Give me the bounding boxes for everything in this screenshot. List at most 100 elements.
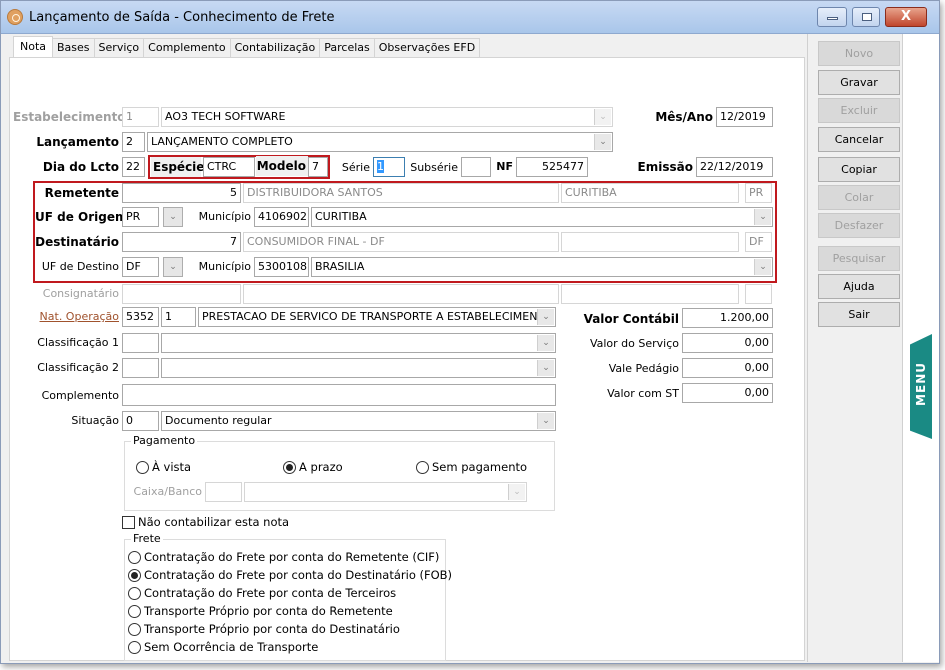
lancamento-code-field[interactable]: 2 [122,132,145,152]
radio-off-icon [128,604,141,618]
lancamento-select[interactable]: LANÇAMENTO COMPLETO ⌄ [147,132,613,152]
classificacao1-select[interactable]: ⌄ [161,333,556,353]
dia-lcto-field[interactable]: 22 [122,157,145,177]
valor-st-label: Valor com ST [607,387,679,400]
pagamento-legend: Pagamento [131,434,198,448]
uf-origem-field[interactable]: PR [122,207,159,227]
pagamento-a-vista-radio[interactable]: À vista [136,459,191,475]
nf-field[interactable]: 525477 [516,157,588,177]
tab-observacoes-efd[interactable]: Observações EFD [373,38,481,58]
frete-cif-radio[interactable]: Contratação do Frete por conta do Remete… [128,549,439,565]
caixa-banco-label: Caixa/Banco [133,485,202,498]
vale-pedagio-field[interactable]: 0,00 [682,358,773,378]
municipio-destino-code-field[interactable]: 5300108 [254,257,309,277]
estabelecimento-code-field[interactable]: 1 [122,107,159,127]
frete-fob-radio[interactable]: Contratação do Frete por conta do Destin… [128,567,452,583]
gravar-button[interactable]: Gravar [818,70,900,95]
situacao-select[interactable]: Documento regular ⌄ [161,411,556,431]
nao-contabilizar-checkbox[interactable]: Não contabilizar esta nota [122,515,289,529]
municipio-origem-name: CURITIBA [315,210,367,223]
frete-proprio-destinatario-radio[interactable]: Transporte Próprio por conta do Destinat… [128,621,400,637]
colar-button[interactable]: Colar [818,185,900,210]
frete-fob-label: Contratação do Frete por conta do Destin… [144,568,453,582]
uf-origem-dropdown[interactable]: ⌄ [163,207,183,227]
minimize-button[interactable] [817,7,847,27]
municipio-destino-select[interactable]: BRASILIA ⌄ [311,257,773,277]
nat-operacao-select[interactable]: PRESTACAO DE SERVICO DE TRANSPORTE A EST… [198,307,556,327]
valor-servico-field[interactable]: 0,00 [682,333,773,353]
classificacao1-code-field[interactable] [122,333,159,353]
chevron-down-icon[interactable]: ⌄ [537,413,554,429]
situacao-code-field[interactable]: 0 [122,411,159,431]
chevron-down-icon[interactable]: ⌄ [754,259,771,275]
chevron-down-icon[interactable]: ⌄ [594,134,611,150]
frete-sem-ocorrencia-radio[interactable]: Sem Ocorrência de Transporte [128,639,318,655]
municipio-origem-code-field[interactable]: 4106902 [254,207,309,227]
frete-terceiros-radio[interactable]: Contratação do Frete por conta de Tercei… [128,585,396,601]
situacao-value: Documento regular [165,414,272,427]
municipio-destino-name: BRASILIA [315,260,365,273]
uf-destino-dropdown[interactable]: ⌄ [163,257,183,277]
sair-button[interactable]: Sair [818,302,900,327]
desfazer-button[interactable]: Desfazer [818,213,900,238]
tab-parcelas[interactable]: Parcelas [319,38,375,58]
chevron-down-icon[interactable]: ⌄ [508,484,525,500]
chevron-down-icon[interactable]: ⌄ [537,309,554,325]
pesquisar-button[interactable]: Pesquisar [818,246,900,271]
mes-ano-label: Mês/Ano [655,110,713,124]
consignatario-code-field[interactable] [122,284,241,304]
destinatario-name-field: CONSUMIDOR FINAL - DF [243,232,559,252]
emissao-field[interactable]: 22/12/2019 [696,157,773,177]
frete-proprio-destinatario-label: Transporte Próprio por conta do Destinat… [144,622,400,636]
subserie-field[interactable] [461,157,491,177]
valor-contabil-field[interactable]: 1.200,00 [682,308,773,328]
tab-complemento[interactable]: Complemento [143,38,231,58]
modelo-label: Modelo [256,156,308,176]
situacao-label: Situação [71,414,119,427]
especie-field[interactable]: CTRC [203,157,255,177]
chevron-down-icon[interactable]: ⌄ [537,360,554,376]
maximize-button[interactable] [852,7,880,27]
title-bar[interactable]: Lançamento de Saída - Conhecimento de Fr… [1,1,939,34]
chevron-down-icon: ⌄ [169,212,177,222]
modelo-field[interactable]: 7 [308,157,328,177]
mes-ano-field[interactable]: 12/2019 [716,107,773,127]
remetente-city-field: CURITIBA [561,183,739,203]
excluir-button[interactable]: Excluir [818,98,900,123]
frete-proprio-remetente-radio[interactable]: Transporte Próprio por conta do Remetent… [128,603,393,619]
classificacao2-select[interactable]: ⌄ [161,358,556,378]
destinatario-code-field[interactable]: 7 [122,232,241,252]
dia-lcto-label: Dia do Lcto [42,160,119,174]
caixa-banco-select[interactable]: ⌄ [244,482,527,502]
remetente-code-field[interactable]: 5 [122,183,241,203]
nat-operacao-code-field[interactable]: 5352 [122,307,159,327]
chevron-down-icon[interactable]: ⌄ [594,109,611,125]
tab-contabilizacao[interactable]: Contabilização [229,38,321,58]
estabelecimento-select[interactable]: AO3 TECH SOFTWARE ⌄ [161,107,613,127]
tab-servico[interactable]: Serviço [93,38,145,58]
copiar-button[interactable]: Copiar [818,157,900,182]
caixa-banco-code-field[interactable] [205,482,242,502]
menu-tab[interactable]: MENU [910,334,932,439]
ajuda-button[interactable]: Ajuda [818,274,900,299]
valor-st-field[interactable]: 0,00 [682,383,773,403]
serie-field[interactable]: 1 [373,157,405,177]
novo-button[interactable]: Novo [818,41,900,66]
chevron-down-icon[interactable]: ⌄ [754,209,771,225]
classificacao2-code-field[interactable] [122,358,159,378]
chevron-down-icon[interactable]: ⌄ [537,335,554,351]
pagamento-sem-pagamento-radio[interactable]: Sem pagamento [416,459,527,475]
municipio-origem-select[interactable]: CURITIBA ⌄ [311,207,773,227]
nat-operacao-seq-field[interactable]: 1 [161,307,196,327]
nat-operacao-link[interactable]: Nat. Operação [21,307,119,327]
close-button[interactable]: X [885,7,927,27]
complemento-field[interactable] [122,384,556,406]
uf-destino-field[interactable]: DF [122,257,159,277]
pagamento-a-prazo-radio[interactable]: A prazo [283,459,343,475]
cancelar-button[interactable]: Cancelar [818,127,900,152]
tab-nota[interactable]: Nota [13,36,54,58]
tab-bases[interactable]: Bases [52,38,95,58]
vale-pedagio-label: Vale Pedágio [608,362,679,375]
menu-tab-label: MENU [914,362,928,406]
consignatario-uf-field [745,284,772,304]
